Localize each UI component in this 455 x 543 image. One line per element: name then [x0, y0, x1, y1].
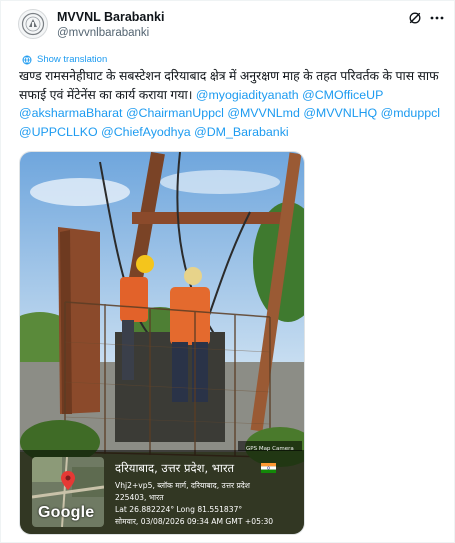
tweet-card[interactable]: MVVNL Barabanki @mvvnlbarabanki Show tra… — [0, 0, 455, 543]
location-title: दरियाबाद, उत्तर प्रदेश, भारत — [115, 461, 235, 475]
gps-camera-label: GPS Map Camera — [246, 446, 294, 452]
mention-link[interactable]: @CMOfficeUP — [302, 88, 383, 102]
more-options-icon[interactable] — [429, 10, 445, 26]
mention-link[interactable]: @myogiadityanath — [196, 88, 299, 102]
tweet-photo[interactable]: GPS Map Camera Google दरियाबाद, उत्तर प्… — [19, 151, 305, 535]
mention-link[interactable]: @ChairmanUppcl — [126, 106, 224, 120]
coordinates: Lat 26.882224° Long 81.551837° — [115, 505, 243, 514]
show-translation-label[interactable]: Show translation — [37, 54, 107, 65]
mention-link[interactable]: @aksharmaBharat — [19, 106, 123, 120]
avatar[interactable] — [18, 9, 48, 39]
mention-link[interactable]: @mduppcl — [381, 106, 440, 120]
show-translation-link[interactable]: Show translation — [22, 54, 107, 65]
mention-link[interactable]: @MVVNLHQ — [303, 106, 377, 120]
tweet-text: खण्ड रामसनेहीघाट के सबस्टेशन दरियाबाद क्… — [19, 67, 444, 141]
organization-logo-icon — [21, 12, 45, 36]
author-name[interactable]: MVVNL Barabanki — [57, 10, 164, 24]
mention-link[interactable]: @MVVNLmd — [227, 106, 299, 120]
address-line-1: Vhj2+vp5, ब्लॉक मार्ग, दरियाबाद, उत्तर प… — [115, 481, 250, 490]
address-line-2: 225403, भारत — [115, 493, 164, 502]
grok-icon[interactable] — [408, 11, 422, 25]
photo-datetime: सोमवार, 03/08/2026 09:34 AM GMT +05:30 — [115, 517, 274, 526]
google-brand-label: Google — [38, 504, 95, 521]
mention-link[interactable]: @ChiefAyodhya — [101, 125, 191, 139]
author-handle[interactable]: @mvvnlbarabanki — [57, 27, 149, 39]
globe-icon — [22, 55, 32, 64]
mention-link[interactable]: @UPPCLLKO — [19, 125, 98, 139]
india-flag-icon — [261, 463, 276, 473]
mention-link[interactable]: @DM_Barabanki — [194, 125, 289, 139]
